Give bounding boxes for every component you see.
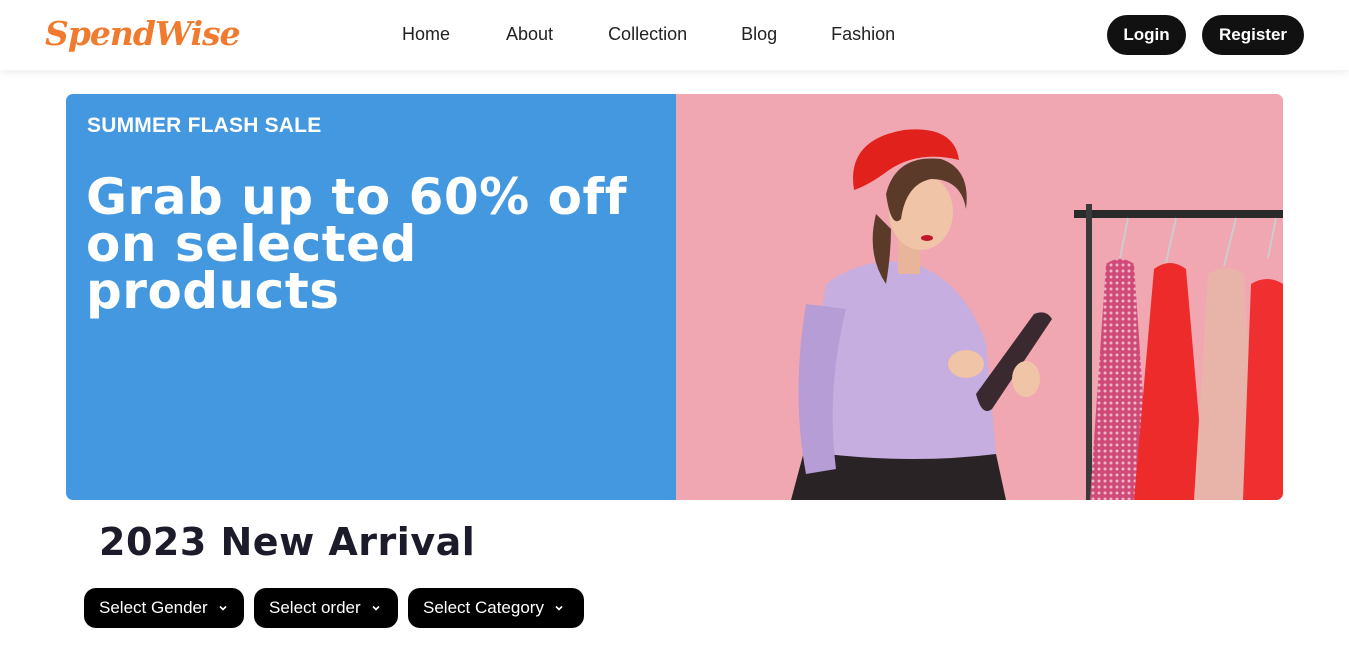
order-select[interactable]: Select order <box>254 588 398 628</box>
nav-fashion[interactable]: Fashion <box>831 24 895 45</box>
hero-headline: Grab up to 60% off on selected products <box>86 168 628 320</box>
nav-about[interactable]: About <box>506 24 553 45</box>
gender-select-label: Select Gender <box>99 598 208 617</box>
fashion-model-photo <box>676 94 1283 500</box>
nav-collection[interactable]: Collection <box>608 24 687 45</box>
sale-eyebrow: SUMMER FLASH SALE <box>87 114 322 137</box>
login-button[interactable]: Login <box>1107 15 1186 55</box>
hero-text-panel: SUMMER FLASH SALE Grab up to 60% off on … <box>66 94 676 500</box>
chevron-down-icon <box>218 603 228 613</box>
category-select-label: Select Category <box>423 598 544 617</box>
chevron-down-icon <box>371 603 381 613</box>
main-nav: Home About Collection Blog Fashion <box>380 24 895 45</box>
register-button[interactable]: Register <box>1202 15 1304 55</box>
section-title: 2023 New Arrival <box>99 520 476 564</box>
nav-blog[interactable]: Blog <box>741 24 777 45</box>
brand-logo[interactable]: SpendWise <box>45 14 241 53</box>
top-navigation-bar: SpendWise Home About Collection Blog Fas… <box>0 0 1349 70</box>
filter-bar: Select Gender Select order Select Catego… <box>84 588 584 628</box>
gender-select[interactable]: Select Gender <box>84 588 244 628</box>
category-select[interactable]: Select Category <box>408 588 584 628</box>
hero-banner: SUMMER FLASH SALE Grab up to 60% off on … <box>66 94 1283 500</box>
order-select-label: Select order <box>269 598 361 617</box>
chevron-down-icon <box>554 603 564 613</box>
nav-home[interactable]: Home <box>402 24 450 45</box>
